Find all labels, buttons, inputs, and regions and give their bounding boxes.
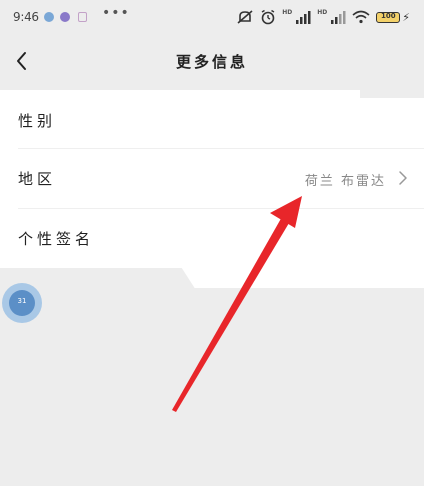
- wifi-icon: [352, 10, 370, 24]
- signature-label: 个性签名: [18, 230, 95, 248]
- status-icons: HD HD 100 ⚡: [236, 8, 410, 26]
- region-label: 地区: [18, 170, 57, 188]
- notification-app-icon: [78, 12, 87, 22]
- more-info-screen: 9:46 ••• HD HD 100 ⚡ 更多信息 性别 地区 荷兰 布雷达 个…: [0, 0, 424, 486]
- region-value: 荷兰 布雷达: [304, 174, 386, 189]
- bubble-text: 31: [17, 297, 27, 305]
- signature-row[interactable]: 个性签名: [0, 210, 424, 268]
- gender-label: 性别: [18, 112, 57, 130]
- status-time: 9:46: [13, 10, 39, 24]
- bubble-icon: 31: [9, 290, 35, 316]
- battery-icon: 100: [376, 11, 401, 23]
- signal-icon: [296, 11, 311, 24]
- notification-app-icon: [60, 12, 70, 22]
- region-row[interactable]: 地区 荷兰 布雷达: [0, 150, 424, 208]
- hd-label: HD: [317, 8, 328, 16]
- signal-icon: [331, 11, 346, 24]
- charging-icon: ⚡: [402, 10, 410, 24]
- nav-bar: 更多信息: [0, 34, 424, 90]
- chevron-right-icon: [399, 171, 407, 185]
- profile-info-card: 性别 地区 荷兰 布雷达 个性签名: [0, 90, 424, 288]
- floating-assistant-bubble[interactable]: 31: [2, 283, 42, 323]
- battery-level: 100: [380, 11, 396, 20]
- gender-row[interactable]: 性别: [0, 92, 424, 150]
- page-title: 更多信息: [175, 53, 248, 71]
- alarm-icon: [261, 9, 275, 25]
- hd-label: HD: [282, 8, 293, 16]
- row-divider: [18, 148, 424, 149]
- notification-app-icon: [44, 12, 54, 22]
- more-notifications-icon: •••: [102, 5, 130, 21]
- mute-icon: [237, 10, 253, 24]
- row-divider: [18, 208, 424, 209]
- status-bar: 9:46 ••• HD HD 100 ⚡: [0, 0, 424, 34]
